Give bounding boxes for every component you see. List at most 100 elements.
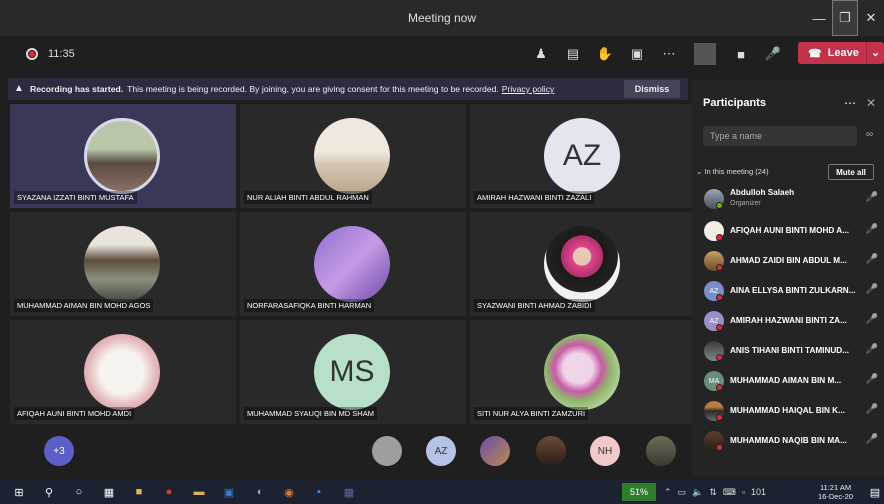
store-icon[interactable]: ■ bbox=[128, 483, 150, 501]
network-icon[interactable]: ▫ bbox=[742, 487, 745, 497]
participant-row[interactable]: AHMAD ZAIDI BIN ABDUL M... 🎤 bbox=[702, 246, 878, 276]
avatar[interactable] bbox=[536, 436, 566, 466]
share-invite-icon[interactable]: ∞ bbox=[866, 129, 873, 140]
chat-icon[interactable]: ▤ bbox=[562, 46, 584, 62]
participant-role: Organizer bbox=[730, 200, 761, 207]
mic-off-icon[interactable]: 🎤 bbox=[866, 314, 878, 325]
more-participants-button[interactable]: +3 bbox=[44, 436, 74, 466]
avatar-initials[interactable]: AZ bbox=[426, 436, 456, 466]
battery-icon[interactable]: ▭ bbox=[678, 487, 687, 498]
mic-off-icon[interactable]: 🎤 bbox=[866, 284, 878, 295]
participant-name: AMIRAH HAZWANI BINTI ZA... bbox=[730, 316, 847, 325]
mic-off-icon[interactable]: 🎤 bbox=[866, 404, 878, 415]
meeting-timer: 11:35 bbox=[48, 48, 75, 60]
window-title: Meeting now bbox=[407, 11, 477, 25]
avatar-initials[interactable]: NH bbox=[590, 436, 620, 466]
tile-name: NUR ALIAH BINTI ABDUL RAHMAN bbox=[244, 191, 372, 204]
tile-name: MUHAMMAD AIMAN BIN MOHD AGOS bbox=[14, 299, 154, 312]
mic-off-icon[interactable]: 🎤 bbox=[866, 192, 878, 203]
notifications-icon[interactable]: ▤ bbox=[864, 483, 884, 501]
windows-taskbar: ⊞ ⚲ ○ ▦ ■ ● ▬ ▣ ◖ ◉ ▪ ▦ 51% ⌃ ▭ 🔈 ⇅ ⌨ ▫ … bbox=[0, 480, 884, 504]
keyboard-icon[interactable]: ⌨ bbox=[723, 487, 736, 498]
video-tile[interactable]: MS MUHAMMAD SYAUQI BIN MD SHAM bbox=[240, 320, 466, 424]
participant-name: MUHAMMAD AIMAN BIN M... bbox=[730, 376, 842, 385]
mic-off-icon[interactable]: 🎤 bbox=[866, 374, 878, 385]
privacy-policy-link[interactable]: Privacy policy bbox=[502, 84, 555, 94]
mic-off-icon[interactable]: 🎤 bbox=[866, 434, 878, 445]
participant-row[interactable]: MUHAMMAD NAQIB BIN MA... 🎤 bbox=[702, 426, 878, 456]
more-actions-icon[interactable]: ⋯ bbox=[658, 46, 680, 62]
video-tile[interactable]: MUHAMMAD AIMAN BIN MOHD AGOS bbox=[10, 212, 236, 316]
video-tile[interactable]: SYAZWANI BINTI AHMAD ZABIDI bbox=[470, 212, 696, 316]
status-dot bbox=[716, 264, 723, 271]
video-tile[interactable]: SYAZANA IZZATI BINTI MUSTAFA bbox=[10, 104, 236, 208]
avatar[interactable] bbox=[372, 436, 402, 466]
zoom-icon[interactable]: ▪ bbox=[308, 483, 330, 501]
word-icon[interactable]: ▣ bbox=[218, 483, 240, 501]
participant-row[interactable]: AZ AMIRAH HAZWANI BINTI ZA... 🎤 bbox=[702, 306, 878, 336]
status-dot bbox=[716, 202, 723, 209]
avatar-initials: AZ bbox=[544, 118, 620, 194]
battery-indicator[interactable]: 51% bbox=[622, 483, 656, 501]
restore-icon[interactable]: ❐ bbox=[832, 0, 858, 36]
avatar bbox=[544, 226, 620, 302]
minimize-icon[interactable]: — bbox=[806, 0, 832, 36]
avatar[interactable] bbox=[480, 436, 510, 466]
recording-banner: ▲ Recording has started. This meeting is… bbox=[8, 78, 688, 100]
avatar bbox=[544, 334, 620, 410]
avatar[interactable] bbox=[646, 436, 676, 466]
video-tile[interactable]: SITI NUR ALYA BINTI ZAMZURI bbox=[470, 320, 696, 424]
close-window-icon[interactable]: ✕ bbox=[858, 0, 884, 36]
participant-row[interactable]: AFIQAH AUNI BINTI MOHD A... 🎤 bbox=[702, 216, 878, 246]
chevron-up-icon[interactable]: ⌃ bbox=[664, 487, 672, 498]
leave-label: Leave bbox=[827, 47, 859, 59]
participant-search-input[interactable]: Type a name bbox=[703, 126, 857, 146]
mic-off-icon[interactable]: 🎤 bbox=[866, 254, 878, 265]
camera-off-icon[interactable]: ■ bbox=[730, 47, 752, 62]
cortana-icon[interactable]: ○ bbox=[68, 483, 90, 501]
raise-hand-icon[interactable]: ✋ bbox=[594, 46, 616, 62]
clock-date: 16-Dec-20 bbox=[818, 492, 854, 501]
teams-icon[interactable]: ▦ bbox=[338, 483, 360, 501]
participants-icon[interactable]: ♟ bbox=[530, 46, 552, 62]
video-tile[interactable]: AZ AMIRAH HAZWANI BINTI ZAZALI bbox=[470, 104, 696, 208]
dismiss-button[interactable]: Dismiss bbox=[624, 80, 680, 98]
windows-start-icon[interactable]: ⊞ bbox=[8, 483, 30, 501]
tile-name: SYAZWANI BINTI AHMAD ZABIDI bbox=[474, 299, 595, 312]
search-icon[interactable]: ⚲ bbox=[38, 483, 60, 501]
tile-name: SITI NUR ALYA BINTI ZAMZURI bbox=[474, 407, 589, 420]
participant-row[interactable]: AZ AINA ELLYSA BINTI ZULKARN... 🎤 bbox=[702, 276, 878, 306]
app-icon[interactable]: ◖ bbox=[248, 483, 270, 501]
opera-icon[interactable]: ● bbox=[158, 483, 180, 501]
file-explorer-icon[interactable]: ▬ bbox=[188, 483, 210, 501]
temperature-readout: 101 bbox=[751, 487, 767, 497]
tile-name: MUHAMMAD SYAUQI BIN MD SHAM bbox=[244, 407, 377, 420]
mute-all-button[interactable]: Mute all bbox=[828, 164, 874, 180]
video-tile[interactable]: NORFARASAFIQKA BINTI HARMAN bbox=[240, 212, 466, 316]
mic-off-icon[interactable]: 🎤 bbox=[762, 46, 784, 62]
participant-row[interactable]: MUHAMMAD HAIQAL BIN K... 🎤 bbox=[702, 396, 878, 426]
participant-name: MUHAMMAD HAIQAL BIN K... bbox=[730, 406, 845, 415]
video-tile[interactable]: NUR ALIAH BINTI ABDUL RAHMAN bbox=[240, 104, 466, 208]
participant-row[interactable]: Abdulloh Salaeh Organizer 🎤 bbox=[702, 184, 878, 214]
mic-off-icon[interactable]: 🎤 bbox=[866, 344, 878, 355]
section-header[interactable]: ⌄ In this meeting (24) bbox=[696, 167, 769, 176]
task-view-icon[interactable]: ▦ bbox=[98, 483, 120, 501]
usb-icon[interactable]: ⇅ bbox=[709, 487, 717, 498]
close-icon[interactable]: ✕ bbox=[866, 96, 876, 110]
mic-off-icon[interactable]: 🎤 bbox=[866, 224, 878, 235]
avatar bbox=[84, 118, 160, 194]
participant-name: Abdulloh Salaeh bbox=[730, 188, 795, 197]
breakout-rooms-icon[interactable]: ▣ bbox=[626, 46, 648, 62]
participant-row[interactable]: MA MUHAMMAD AIMAN BIN M... 🎤 bbox=[702, 366, 878, 396]
leave-button[interactable]: ☎ Leave ⌄ bbox=[798, 42, 884, 64]
video-tile[interactable]: AFIQAH AUNI BINTI MOHD AMDI bbox=[10, 320, 236, 424]
firefox-icon[interactable]: ◉ bbox=[278, 483, 300, 501]
clock[interactable]: 11:21 AM 16-Dec-20 bbox=[818, 483, 853, 501]
overflow-row: +3 AZ NH bbox=[0, 428, 688, 474]
avatar bbox=[84, 226, 160, 302]
volume-icon[interactable]: 🔈 bbox=[692, 487, 703, 498]
participant-row[interactable]: ANIS TIHANI BINTI TAMINUD... 🎤 bbox=[702, 336, 878, 366]
more-options-icon[interactable]: ⋯ bbox=[844, 96, 856, 110]
chevron-down-icon[interactable]: ⌄ bbox=[866, 42, 884, 64]
